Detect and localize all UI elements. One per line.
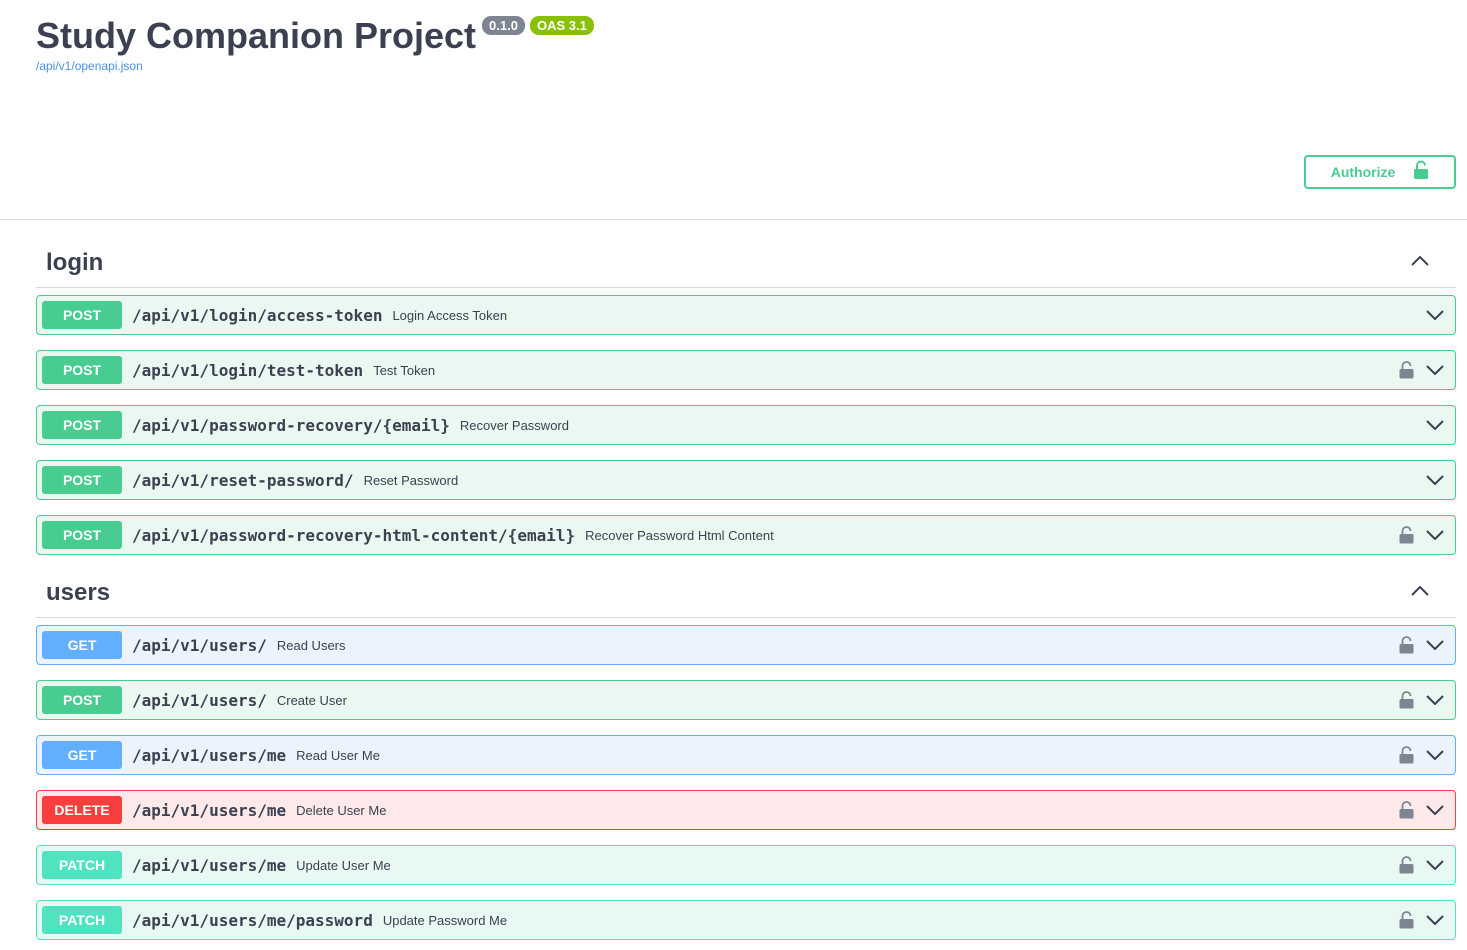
unlocked-icon: [1413, 160, 1429, 185]
operation-path: /api/v1/users/me: [132, 745, 287, 765]
operation-summary: Delete User Me: [296, 802, 387, 818]
title-row: Study Companion Project 0.1.0 OAS 3.1: [36, 14, 594, 58]
openapi-spec-link[interactable]: /api/v1/openapi.json: [36, 59, 594, 73]
operation-post-row[interactable]: POST/api/v1/reset-password/Reset Passwor…: [36, 460, 1456, 500]
operation-summary: Test Token: [373, 362, 436, 378]
method-badge: POST: [42, 466, 122, 494]
operation-summary: Update User Me: [296, 857, 391, 873]
method-badge: PATCH: [42, 851, 122, 879]
lock-icon[interactable]: [1399, 855, 1415, 875]
operation-summary: Login Access Token: [392, 307, 508, 323]
operation-post-row[interactable]: POST/api/v1/users/Create User: [36, 680, 1456, 720]
method-badge: POST: [42, 301, 122, 329]
lock-icon[interactable]: [1399, 745, 1415, 765]
chevron-down-icon[interactable]: [1425, 470, 1445, 490]
method-badge: GET: [42, 631, 122, 659]
section-users: users GET/api/v1/users/Read Users POST/ap…: [36, 568, 1456, 948]
operation-summary: Read User Me: [296, 747, 380, 763]
method-badge: POST: [42, 356, 122, 384]
section-title: users: [46, 578, 111, 606]
chevron-down-icon[interactable]: [1425, 910, 1445, 930]
method-badge: POST: [42, 686, 122, 714]
chevron-up-icon[interactable]: [1410, 584, 1430, 602]
method-badge: POST: [42, 521, 122, 549]
operation-summary: Reset Password: [363, 472, 459, 488]
lock-icon[interactable]: [1399, 635, 1415, 655]
operation-controls: [1399, 516, 1445, 554]
operation-post-row[interactable]: POST/api/v1/password-recovery/{email} Rec…: [36, 405, 1456, 445]
chevron-down-icon[interactable]: [1425, 360, 1445, 380]
operation-controls: [1399, 736, 1445, 774]
method-badge: PATCH: [42, 906, 122, 934]
chevron-down-icon[interactable]: [1425, 635, 1445, 655]
page-title: Study Companion Project: [36, 15, 477, 56]
operation-path: /api/v1/users/me: [132, 855, 287, 875]
operation-post-row[interactable]: POST/api/v1/login/test-token Test Token: [36, 350, 1456, 390]
operation-controls: [1399, 901, 1445, 939]
operation-controls: [1399, 626, 1445, 664]
header-area: Study Companion Project 0.1.0 OAS 3.1 /a…: [0, 0, 1467, 220]
operation-path: /api/v1/users/me: [132, 800, 287, 820]
method-badge: DELETE: [42, 796, 122, 824]
operation-controls: [1399, 846, 1445, 884]
chevron-down-icon[interactable]: [1425, 745, 1445, 765]
operation-controls: [1425, 296, 1445, 334]
chevron-down-icon[interactable]: [1425, 855, 1445, 875]
api-info: Study Companion Project 0.1.0 OAS 3.1 /a…: [36, 14, 594, 73]
authorize-button[interactable]: Authorize: [1304, 155, 1456, 189]
lock-icon[interactable]: [1399, 800, 1415, 820]
operation-summary: Recover Password: [459, 417, 569, 433]
lock-icon[interactable]: [1399, 360, 1415, 380]
operation-path: /api/v1/reset-password/: [132, 470, 354, 490]
section-header-users[interactable]: users: [36, 568, 1456, 618]
lock-icon[interactable]: [1399, 690, 1415, 710]
chevron-down-icon[interactable]: [1425, 305, 1445, 325]
lock-icon[interactable]: [1399, 525, 1415, 545]
chevron-down-icon[interactable]: [1425, 415, 1445, 435]
operation-path: /api/v1/password-recovery-html-content/{…: [132, 525, 576, 545]
operation-post-row[interactable]: POST/api/v1/password-recovery-html-conte…: [36, 515, 1456, 555]
operation-path: /api/v1/users/me/password: [132, 910, 373, 930]
chevron-down-icon[interactable]: [1425, 525, 1445, 545]
operation-patch-row[interactable]: PATCH/api/v1/users/me/password Update Pas…: [36, 900, 1456, 940]
chevron-up-icon[interactable]: [1410, 254, 1430, 272]
operation-get-row[interactable]: GET/api/v1/users/Read Users: [36, 625, 1456, 665]
operation-controls: [1399, 791, 1445, 829]
operation-path: /api/v1/users/: [132, 690, 267, 710]
operation-summary: Create User: [276, 692, 347, 708]
chevron-down-icon[interactable]: [1425, 690, 1445, 710]
method-badge: POST: [42, 411, 122, 439]
operation-summary: Update Password Me: [382, 912, 508, 928]
operation-controls: [1399, 681, 1445, 719]
operation-get-row[interactable]: GET/api/v1/users/me Read User Me: [36, 735, 1456, 775]
operation-controls: [1399, 351, 1445, 389]
operation-controls: [1425, 461, 1445, 499]
operation-path: /api/v1/users/: [132, 635, 267, 655]
operation-path: /api/v1/login/test-token: [132, 360, 364, 380]
section-header-login[interactable]: login: [36, 238, 1456, 288]
oas-badge: OAS 3.1: [529, 16, 594, 35]
operation-summary: Recover Password Html Content: [585, 527, 774, 543]
authorize-label: Authorize: [1330, 164, 1396, 180]
section-title: login: [46, 248, 104, 276]
version-badge: 0.1.0: [482, 16, 525, 35]
lock-icon[interactable]: [1399, 910, 1415, 930]
operation-summary: Read Users: [276, 637, 346, 653]
section-login: login POST/api/v1/login/access-token Logi…: [36, 238, 1456, 558]
chevron-down-icon[interactable]: [1425, 800, 1445, 820]
operation-path: /api/v1/login/access-token: [132, 305, 383, 325]
operation-controls: [1425, 406, 1445, 444]
operation-path: /api/v1/password-recovery/{email}: [132, 415, 450, 435]
operation-post-row[interactable]: POST/api/v1/login/access-token Login Acce…: [36, 295, 1456, 335]
operation-delete-row[interactable]: DELETE/api/v1/users/me Delete User Me: [36, 790, 1456, 830]
operation-patch-row[interactable]: PATCH/api/v1/users/me Update User Me: [36, 845, 1456, 885]
method-badge: GET: [42, 741, 122, 769]
